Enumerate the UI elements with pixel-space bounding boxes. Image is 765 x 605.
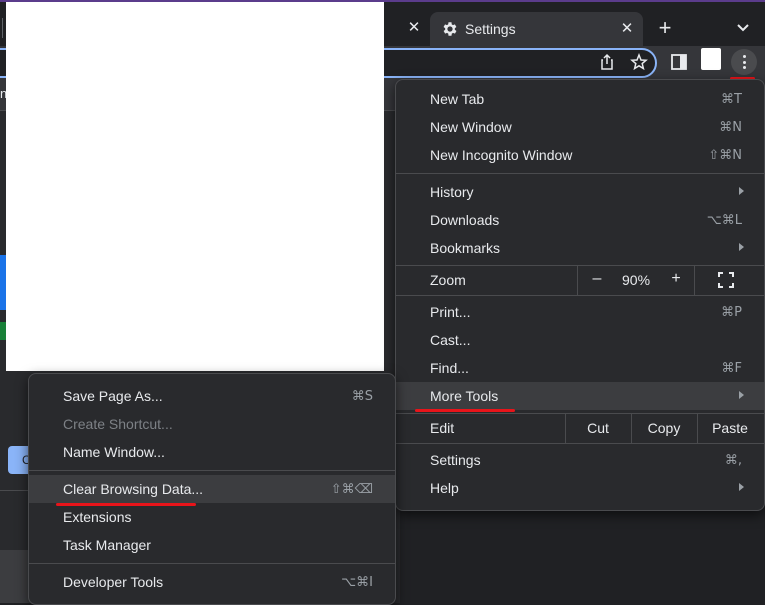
menu-item-label: New Tab — [430, 91, 485, 107]
new-tab-button[interactable]: + — [654, 17, 676, 39]
share-icon[interactable] — [598, 53, 616, 71]
zoom-row: Zoom – 90% + — [396, 265, 764, 295]
page-bottom-panel — [0, 550, 30, 603]
menu-item-label: Cast... — [430, 332, 471, 348]
shortcut-label: ⇧⌘⌫ — [330, 482, 373, 497]
shortcut-label: ⌘, — [724, 453, 742, 468]
menu-item-label: Bookmarks — [430, 240, 501, 256]
menu-item-new-window[interactable]: New Window ⌘N — [396, 113, 764, 141]
tab-separator — [2, 18, 3, 38]
shortcut-label: ⌘N — [719, 120, 742, 135]
menu-item-find[interactable]: Find... ⌘F — [396, 354, 764, 382]
zoom-label: Zoom — [430, 272, 466, 288]
menu-separator — [29, 563, 395, 564]
menu-item-history[interactable]: History — [396, 178, 764, 206]
menu-item-label: Task Manager — [63, 537, 151, 553]
menu-item-new-tab[interactable]: New Tab ⌘T — [396, 85, 764, 113]
submenu-arrow-icon — [739, 243, 744, 251]
menu-item-label: More Tools — [430, 388, 499, 404]
menu-item-label: Save Page As... — [63, 388, 163, 404]
menu-separator — [29, 470, 395, 471]
menu-item-cast[interactable]: Cast... — [396, 326, 764, 354]
menu-item-task-manager[interactable]: Task Manager — [29, 531, 395, 559]
white-overlay-panel — [6, 2, 384, 371]
menu-item-label: Help — [430, 480, 459, 496]
submenu-arrow-icon — [739, 391, 744, 399]
tab-settings[interactable]: Settings ✕ — [430, 12, 643, 48]
menu-item-label: New Incognito Window — [430, 147, 573, 163]
menu-item-label: Downloads — [430, 212, 500, 228]
menu-item-downloads[interactable]: Downloads ⌥⌘L — [396, 206, 764, 234]
shortcut-label: ⌥⌘L — [706, 213, 742, 228]
menu-item-label: Settings — [430, 452, 481, 468]
shortcut-label: ⇧⌘N — [708, 148, 742, 163]
menu-item-label: Developer Tools — [63, 574, 164, 590]
cut-button[interactable]: Cut — [565, 420, 631, 436]
kebab-menu-icon[interactable] — [731, 49, 757, 75]
page-divider — [0, 490, 30, 491]
menu-item-label: Find... — [430, 360, 469, 376]
menu-item-label: New Window — [430, 119, 512, 135]
shortcut-label: ⌘S — [351, 389, 373, 404]
avatar[interactable] — [701, 48, 721, 70]
tab-close-icon[interactable]: ✕ — [404, 18, 424, 38]
menu-item-label: Clear Browsing Data... — [63, 481, 204, 497]
close-icon[interactable]: ✕ — [618, 20, 636, 38]
shortcut-label: ⌘P — [721, 305, 742, 320]
menu-separator — [396, 443, 764, 444]
menu-item-name-window[interactable]: Name Window... — [29, 438, 395, 466]
zoom-in-button[interactable]: + — [666, 270, 686, 290]
menu-separator — [396, 173, 764, 174]
menu-item-label: Print... — [430, 304, 471, 320]
menu-item-save-page-as[interactable]: Save Page As... ⌘S — [29, 382, 395, 410]
menu-item-label: Extensions — [63, 509, 132, 525]
menu-item-developer-tools[interactable]: Developer Tools ⌥⌘I — [29, 568, 395, 596]
shortcut-label: ⌥⌘I — [341, 575, 373, 590]
annotation-underline — [415, 409, 515, 412]
edit-row: Edit Cut Copy Paste — [396, 413, 764, 443]
menu-item-new-incognito-window[interactable]: New Incognito Window ⇧⌘N — [396, 141, 764, 169]
zoom-level: 90% — [622, 272, 651, 288]
shortcut-label: ⌘T — [721, 92, 742, 107]
gear-icon — [443, 22, 457, 36]
menu-item-extensions[interactable]: Extensions — [29, 503, 395, 531]
menu-item-settings[interactable]: Settings ⌘, — [396, 446, 764, 474]
shortcut-label: ⌘F — [721, 361, 742, 376]
menu-item-clear-browsing-data[interactable]: Clear Browsing Data... ⇧⌘⌫ — [29, 475, 395, 503]
paste-button[interactable]: Paste — [697, 420, 763, 436]
side-panel-icon[interactable] — [671, 54, 687, 70]
zoom-divider — [694, 265, 695, 295]
fullscreen-icon[interactable] — [718, 272, 734, 288]
submenu-arrow-icon — [739, 187, 744, 195]
zoom-divider — [577, 265, 578, 295]
menu-item-more-tools[interactable]: More Tools — [396, 382, 764, 410]
submenu-arrow-icon — [739, 483, 744, 491]
copy-button[interactable]: Copy — [631, 420, 697, 436]
chrome-main-menu: New Tab ⌘T New Window ⌘N New Incognito W… — [395, 79, 765, 511]
menu-item-label: Create Shortcut... — [63, 416, 173, 432]
menu-item-label: Name Window... — [63, 444, 165, 460]
menu-item-print[interactable]: Print... ⌘P — [396, 298, 764, 326]
tab-title: Settings — [465, 21, 516, 37]
menu-item-create-shortcut: Create Shortcut... — [29, 410, 395, 438]
zoom-out-button[interactable]: – — [587, 270, 607, 290]
more-tools-submenu: Save Page As... ⌘S Create Shortcut... Na… — [28, 373, 396, 605]
star-icon[interactable] — [630, 53, 648, 71]
menu-separator — [396, 295, 764, 296]
menu-item-bookmarks[interactable]: Bookmarks — [396, 234, 764, 262]
menu-item-help[interactable]: Help — [396, 474, 764, 502]
menu-item-label: History — [430, 184, 474, 200]
chevron-down-icon[interactable] — [732, 17, 754, 39]
edit-label: Edit — [430, 420, 455, 436]
